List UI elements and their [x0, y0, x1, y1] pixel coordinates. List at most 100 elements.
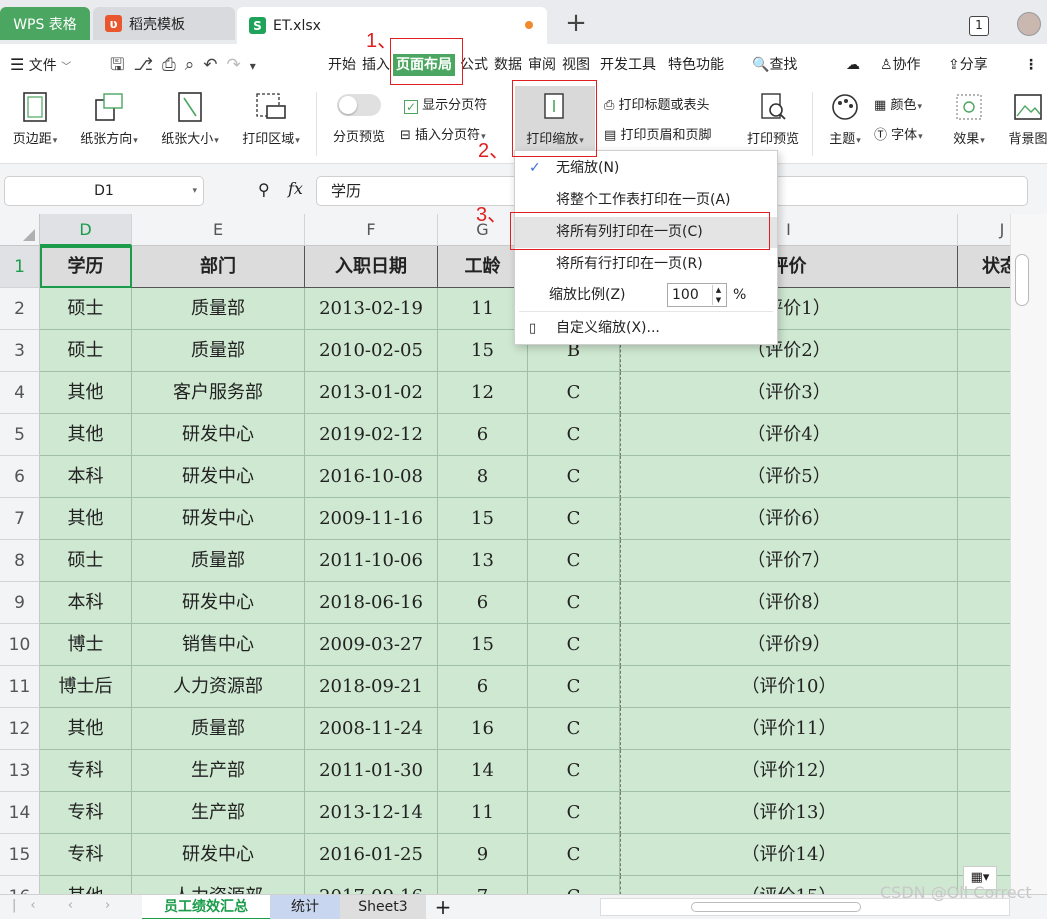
row-header[interactable]: 4	[0, 372, 40, 414]
fx-icon[interactable]: fx	[288, 179, 303, 198]
table-cell[interactable]: （评价13）	[620, 792, 958, 834]
table-cell[interactable]: 人力资源部	[132, 666, 305, 708]
row-header[interactable]: 13	[0, 750, 40, 792]
sheet-tab[interactable]: Sheet3	[340, 895, 426, 919]
more-icon[interactable]: ▾	[250, 59, 265, 73]
new-tab-button[interactable]: +	[558, 8, 594, 38]
name-box[interactable]: D1 ▾	[4, 176, 204, 206]
page-margin-button[interactable]: 页边距▾	[6, 92, 64, 147]
table-cell[interactable]: 2018-09-21	[305, 666, 438, 708]
row-header[interactable]: 14	[0, 792, 40, 834]
orientation-button[interactable]: 纸张方向▾	[74, 92, 144, 147]
column-header-d[interactable]: D	[40, 214, 132, 246]
table-cell[interactable]: （评价4）	[620, 414, 958, 456]
table-cell[interactable]: 6	[438, 582, 528, 624]
table-cell[interactable]: （评价5）	[620, 456, 958, 498]
window-count-badge[interactable]: 1	[969, 16, 989, 36]
table-cell[interactable]: 2011-01-30	[305, 750, 438, 792]
table-cell[interactable]: 15	[438, 624, 528, 666]
menu-view[interactable]: 视图	[562, 54, 590, 76]
table-cell[interactable]: 专科	[40, 750, 132, 792]
collab-button[interactable]: ♙协作	[880, 54, 921, 76]
avatar[interactable]	[1017, 12, 1041, 36]
color-button[interactable]: ▦ 颜色▾	[874, 94, 922, 113]
table-cell[interactable]: 2018-06-16	[305, 582, 438, 624]
table-cell[interactable]: 13	[438, 540, 528, 582]
table-cell[interactable]: 研发中心	[132, 456, 305, 498]
row-header[interactable]: 15	[0, 834, 40, 876]
column-header-e[interactable]: E	[132, 214, 305, 246]
no-scaling-option[interactable]: ✓ 无缩放(N)	[515, 153, 777, 184]
search-button[interactable]: 🔍查找	[752, 54, 797, 76]
share-button[interactable]: ⇪分享	[948, 54, 988, 76]
table-cell[interactable]: 16	[438, 708, 528, 750]
table-cell[interactable]: 硕士	[40, 288, 132, 330]
menu-start[interactable]: 开始	[328, 54, 356, 76]
table-cell[interactable]: （评价6）	[620, 498, 958, 540]
table-cell[interactable]: 生产部	[132, 750, 305, 792]
table-cell[interactable]: 8	[438, 456, 528, 498]
toggle-switch[interactable]	[337, 94, 381, 116]
table-cell[interactable]: 2008-11-24	[305, 708, 438, 750]
scale-ratio-input[interactable]: 100 ▲ ▼	[667, 283, 727, 307]
effects-button[interactable]: 效果▾	[946, 92, 992, 147]
table-cell[interactable]: 15	[438, 498, 528, 540]
table-cell[interactable]: C	[528, 666, 620, 708]
table-cell[interactable]: 9	[438, 834, 528, 876]
row-header[interactable]: 2	[0, 288, 40, 330]
print-titles-button[interactable]: ⎙ 打印标题或表头	[604, 94, 710, 113]
table-cell[interactable]: 研发中心	[132, 498, 305, 540]
table-cell[interactable]: （评价11）	[620, 708, 958, 750]
table-cell[interactable]: 博士后	[40, 666, 132, 708]
fit-all-rows-option[interactable]: 将所有行打印在一页(R)	[515, 249, 777, 280]
print-area-button[interactable]: 打印区域▾	[236, 92, 306, 147]
table-cell[interactable]: 2010-02-05	[305, 330, 438, 372]
print-header-footer-button[interactable]: ▤ 打印页眉和页脚	[604, 124, 711, 143]
table-cell[interactable]: 质量部	[132, 288, 305, 330]
table-cell[interactable]: 研发中心	[132, 834, 305, 876]
table-header-cell[interactable]: 部门	[132, 246, 305, 288]
table-cell[interactable]: C	[528, 582, 620, 624]
table-cell[interactable]: 专科	[40, 792, 132, 834]
row-header[interactable]: 8	[0, 540, 40, 582]
table-cell[interactable]: 质量部	[132, 540, 305, 582]
print-preview-button[interactable]: 打印预览	[740, 92, 806, 147]
menu-special[interactable]: 特色功能	[668, 54, 724, 76]
more-options-icon[interactable]: ⋮	[1024, 54, 1038, 76]
menu-review[interactable]: 审阅	[528, 54, 556, 76]
table-cell[interactable]: 14	[438, 750, 528, 792]
redo-icon[interactable]: ↷	[226, 55, 249, 75]
table-cell[interactable]: 2009-11-16	[305, 498, 438, 540]
active-cell[interactable]: 学历	[40, 246, 132, 288]
row-header[interactable]: 11	[0, 666, 40, 708]
table-cell[interactable]: C	[528, 792, 620, 834]
theme-button[interactable]: 主题▾	[822, 92, 868, 147]
table-cell[interactable]: 其他	[40, 372, 132, 414]
table-cell[interactable]: C	[528, 540, 620, 582]
save-icon[interactable]: 🖫	[110, 55, 133, 75]
background-button[interactable]: 背景图	[1000, 92, 1047, 147]
menu-formula[interactable]: 公式	[460, 54, 488, 76]
table-header-cell[interactable]: 入职日期	[305, 246, 438, 288]
sheet-tab-active[interactable]: 员工绩效汇总	[142, 895, 270, 919]
insert-page-break-button[interactable]: ⊟ 插入分页符▾	[400, 124, 486, 143]
table-cell[interactable]: 研发中心	[132, 414, 305, 456]
table-cell[interactable]: 2013-02-19	[305, 288, 438, 330]
table-cell[interactable]: 2013-12-14	[305, 792, 438, 834]
menu-data[interactable]: 数据	[494, 54, 522, 76]
menu-insert[interactable]: 插入	[362, 54, 390, 76]
table-cell[interactable]: C	[528, 750, 620, 792]
table-cell[interactable]: 其他	[40, 414, 132, 456]
add-sheet-icon[interactable]: +	[430, 895, 456, 919]
table-cell[interactable]: （评价14）	[620, 834, 958, 876]
table-cell[interactable]: 11	[438, 792, 528, 834]
spinner-icon[interactable]: ▲ ▼	[712, 285, 724, 305]
table-cell[interactable]: 6	[438, 414, 528, 456]
table-cell[interactable]: 质量部	[132, 330, 305, 372]
row-header[interactable]: 10	[0, 624, 40, 666]
table-cell[interactable]: （评价10）	[620, 666, 958, 708]
table-cell[interactable]: 其他	[40, 708, 132, 750]
table-cell[interactable]: （评价8）	[620, 582, 958, 624]
paper-size-button[interactable]: 纸张大小▾	[155, 92, 225, 147]
zoom-search-icon[interactable]: ⚲	[258, 180, 270, 199]
